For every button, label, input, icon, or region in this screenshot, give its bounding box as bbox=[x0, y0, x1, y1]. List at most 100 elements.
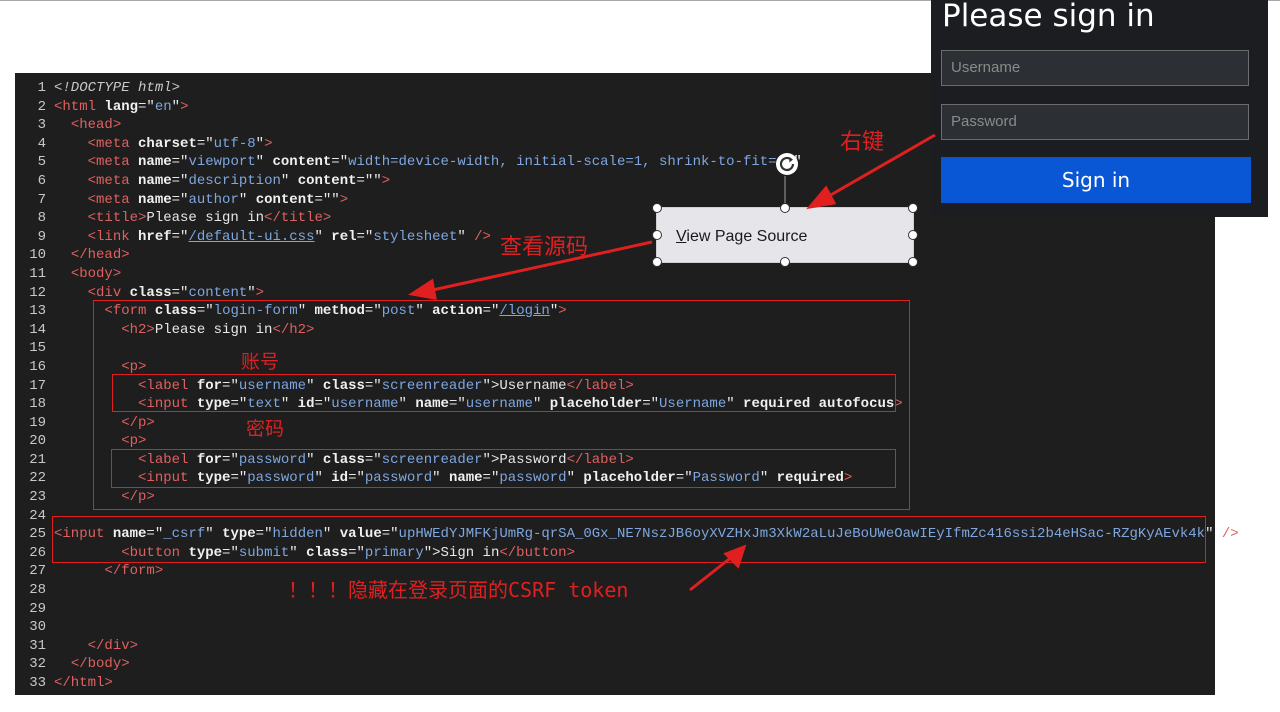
code-token: " bbox=[255, 154, 273, 171]
code-token: name bbox=[138, 191, 172, 208]
code-token: charset bbox=[138, 135, 197, 152]
code-token: /default-ui.css bbox=[188, 228, 315, 245]
code-token: > bbox=[339, 191, 349, 208]
code-token: " bbox=[1205, 526, 1222, 543]
line-number: 32 bbox=[29, 656, 46, 673]
code-token: </title> bbox=[264, 210, 332, 227]
csrf-highlight-box bbox=[52, 516, 1206, 563]
annotation-csrf-note: ！！！隐藏在登录页面的CSRF token bbox=[288, 578, 629, 602]
code-token: " bbox=[171, 98, 181, 115]
code-token: content bbox=[297, 172, 357, 189]
selection-handle bbox=[908, 257, 918, 267]
code-token: name bbox=[138, 154, 172, 171]
line-number: 23 bbox=[29, 489, 46, 506]
code-token: </html> bbox=[54, 675, 113, 691]
code-token: width=device-width, initial-scale=1, shr… bbox=[348, 154, 794, 171]
password-highlight-box bbox=[111, 449, 896, 488]
code-token: =" bbox=[171, 154, 189, 171]
code-token: <link bbox=[87, 228, 139, 245]
line-number: 13 bbox=[29, 303, 46, 320]
code-token: utf-8 bbox=[213, 135, 256, 152]
line-number: 15 bbox=[29, 340, 46, 357]
code-token: </head> bbox=[70, 247, 130, 264]
line-number: 25 bbox=[29, 526, 46, 543]
code-line: 30 bbox=[15, 618, 1215, 637]
code-token: =" bbox=[171, 191, 189, 208]
code-line: 33 </html> bbox=[15, 674, 1215, 693]
code-token: <body> bbox=[70, 265, 122, 282]
annotation-view-source: 查看源码 bbox=[500, 235, 589, 260]
code-token: content bbox=[272, 154, 332, 171]
code-token: content bbox=[188, 284, 248, 301]
line-number: 10 bbox=[29, 247, 46, 264]
code-token: lang bbox=[104, 98, 139, 115]
code-token: <meta bbox=[87, 135, 139, 152]
selection-handle bbox=[908, 203, 918, 213]
code-token: =" bbox=[171, 228, 189, 245]
code-token: " bbox=[247, 284, 256, 301]
line-number: 2 bbox=[37, 98, 46, 115]
line-number: 11 bbox=[29, 265, 46, 282]
line-number: 22 bbox=[29, 470, 46, 487]
code-token: viewport bbox=[188, 154, 256, 171]
code-token: =" bbox=[138, 98, 155, 115]
code-token: </div> bbox=[87, 637, 139, 654]
rotate-handle-icon bbox=[776, 153, 798, 175]
code-token: =" bbox=[171, 284, 189, 301]
selection-handle bbox=[780, 203, 790, 213]
code-token: </form> bbox=[104, 563, 164, 580]
code-token: en bbox=[154, 98, 172, 115]
line-number: 5 bbox=[37, 154, 46, 171]
code-token: class bbox=[129, 284, 172, 301]
code-token: " bbox=[255, 135, 265, 152]
code-token: " bbox=[457, 228, 475, 245]
line-number: 14 bbox=[29, 321, 46, 338]
line-number: 1 bbox=[37, 80, 46, 96]
code-token: author bbox=[188, 191, 239, 208]
code-token: <!DOCTYPE html> bbox=[54, 80, 181, 96]
line-number: 6 bbox=[37, 172, 46, 189]
line-number: 7 bbox=[37, 191, 46, 208]
view-page-source-menu-item[interactable]: View Page Source bbox=[676, 228, 807, 246]
menu-item-label: iew Page Source bbox=[686, 228, 808, 245]
login-title: Please sign in bbox=[942, 0, 1155, 34]
code-line: 9 <link href="/default-ui.css" rel="styl… bbox=[15, 228, 1215, 247]
line-number: 29 bbox=[29, 600, 46, 617]
line-number: 20 bbox=[29, 433, 46, 450]
line-number: 17 bbox=[29, 377, 46, 394]
code-token: </body> bbox=[70, 656, 130, 673]
line-number: 28 bbox=[29, 582, 46, 599]
selection-handle bbox=[780, 257, 790, 267]
line-number: 16 bbox=[29, 358, 46, 375]
code-token: name bbox=[138, 172, 172, 189]
code-token: rel bbox=[331, 228, 357, 245]
code-token: > bbox=[180, 98, 189, 115]
code-token: /> bbox=[1221, 526, 1239, 543]
password-input[interactable]: Password bbox=[941, 104, 1249, 140]
code-line: 31 </div> bbox=[15, 637, 1215, 656]
annotation-password: 密码 bbox=[246, 418, 285, 440]
selection-handle bbox=[908, 230, 918, 240]
code-token: " bbox=[280, 172, 298, 189]
sign-in-button[interactable]: Sign in bbox=[941, 157, 1251, 203]
code-token: <meta bbox=[87, 191, 139, 208]
line-number: 24 bbox=[29, 507, 46, 524]
code-token: =" bbox=[171, 172, 189, 189]
line-number: 9 bbox=[37, 228, 46, 245]
code-token: <div bbox=[87, 284, 130, 301]
code-token: =" bbox=[196, 135, 214, 152]
selection-handle bbox=[652, 257, 662, 267]
line-number: 12 bbox=[29, 284, 46, 301]
username-input[interactable]: Username bbox=[941, 50, 1249, 86]
line-number: 19 bbox=[29, 414, 46, 431]
